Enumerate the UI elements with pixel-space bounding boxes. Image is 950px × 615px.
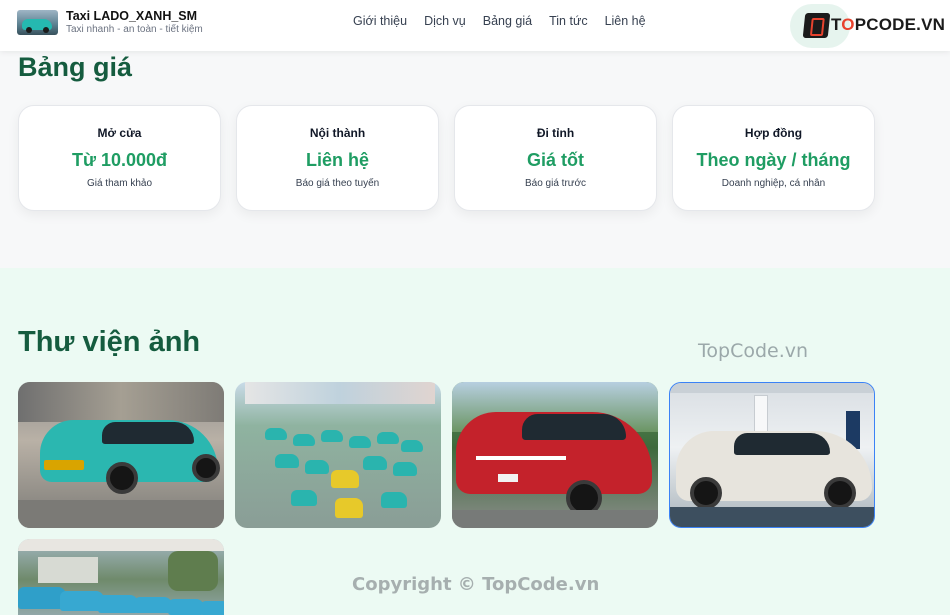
- gallery-photo-red-vf7[interactable]: [452, 382, 658, 528]
- brand-name: Taxi LADO_XANH_SM: [66, 9, 198, 23]
- topcode-watermark: TopCode.vn: [698, 340, 809, 362]
- price-card-value: Giá tốt: [527, 150, 584, 170]
- gallery-title: Thư viện ảnh: [18, 326, 201, 358]
- brand-tagline: Taxi nhanh - an toàn - tiết kiệm: [66, 24, 203, 35]
- main-nav: Giới thiệu Dịch vụ Bảng giá Tin tức Liên…: [353, 14, 663, 28]
- nav-link-gioi-thieu[interactable]: Giới thiệu: [353, 14, 407, 28]
- nav-link-bang-gia[interactable]: Bảng giá: [483, 14, 532, 28]
- price-card-value: Từ 10.000đ: [71, 150, 168, 170]
- gallery-photo-teal-taxi[interactable]: [18, 382, 224, 528]
- price-card-noi-thanh: Nội thành Liên hệ Báo giá theo tuyến: [236, 105, 439, 211]
- topcode-logo-text: TOPCODE.VN: [831, 15, 946, 34]
- price-card-hop-dong: Hợp đồng Theo ngày / tháng Doanh nghiệp,…: [672, 105, 875, 211]
- price-card-mo-cua: Mở cửa Từ 10.000đ Giá tham khảo: [18, 105, 221, 211]
- nav-link-tin-tuc[interactable]: Tin tức: [549, 14, 587, 28]
- price-card-title: Nội thành: [309, 126, 366, 140]
- price-card-title: Mở cửa: [97, 126, 142, 140]
- brand-logo-image: [17, 10, 58, 35]
- pricing-title: Bảng giá: [18, 52, 133, 82]
- gallery-photo-white-showroom[interactable]: [669, 382, 875, 528]
- topcode-logo[interactable]: TOPCODE.VN: [790, 4, 945, 48]
- price-card-value: Theo ngày / tháng: [696, 150, 851, 170]
- nav-link-lien-he[interactable]: Liên hệ: [605, 14, 646, 28]
- topcode-badge-icon: [802, 13, 831, 38]
- price-card-title: Hợp đồng: [744, 126, 803, 140]
- gallery-photo-taxi-row[interactable]: [18, 539, 224, 615]
- price-card-note: Doanh nghiệp, cá nhân: [721, 178, 826, 189]
- price-card-note: Báo giá trước: [524, 178, 587, 189]
- price-card-note: Báo giá theo tuyến: [295, 178, 380, 189]
- price-card-note: Giá tham khảo: [86, 178, 153, 189]
- site-header: Taxi LADO_XANH_SM Taxi nhanh - an toàn -…: [0, 0, 950, 51]
- brand[interactable]: Taxi LADO_XANH_SM Taxi nhanh - an toàn -…: [17, 9, 203, 36]
- price-card-di-tinh: Đi tỉnh Giá tốt Báo giá trước: [454, 105, 657, 211]
- price-card-value: Liên hệ: [305, 150, 369, 170]
- price-card-title: Đi tỉnh: [536, 126, 575, 140]
- copyright-watermark: Copyright © TopCode.vn: [352, 574, 600, 595]
- gallery-photo-taxi-fleet[interactable]: [235, 382, 441, 528]
- nav-link-dich-vu[interactable]: Dịch vụ: [424, 14, 466, 28]
